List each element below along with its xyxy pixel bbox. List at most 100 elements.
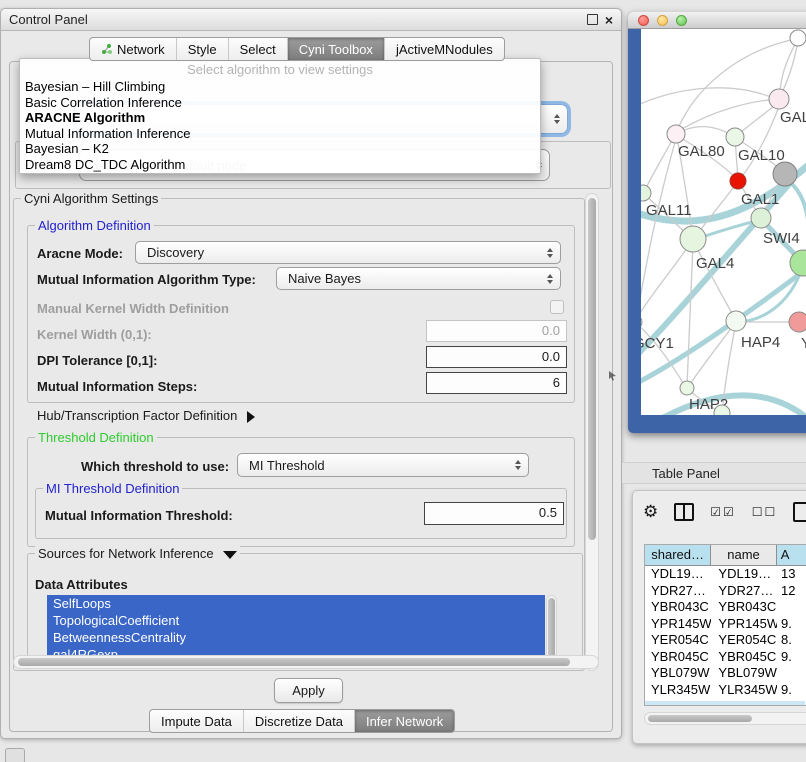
kernel-width-label: Kernel Width (0,1):	[37, 327, 152, 342]
float-window-icon[interactable]	[587, 14, 598, 25]
mi-type-label: Mutual Information Algorithm Type:	[37, 272, 256, 287]
column-header-shared[interactable]: shared…	[645, 545, 711, 565]
table-row[interactable]: YPR145WYPR145W9.	[645, 616, 806, 633]
column-header-third[interactable]: A	[777, 545, 806, 565]
node-label: HAP4	[741, 334, 780, 351]
aracne-mode-combobox[interactable]: Discovery	[135, 241, 561, 264]
list-item[interactable]: SelfLoops	[47, 595, 545, 612]
which-threshold-combobox[interactable]: MI Threshold	[237, 453, 529, 477]
table-horizontal-scrollbar[interactable]	[644, 712, 806, 725]
tab-select[interactable]: Select	[228, 38, 287, 60]
node-label: GAL11	[646, 202, 692, 219]
show-columns-icon[interactable]: ☑☑	[710, 505, 736, 519]
apply-button[interactable]: Apply	[274, 678, 343, 703]
tab-impute-data[interactable]: Impute Data	[150, 710, 243, 732]
mi-type-value: Naive Bayes	[288, 271, 361, 286]
mi-threshold-group-title: MI Threshold Definition	[43, 481, 182, 496]
network-canvas[interactable]: GALGAL80GAL10GAL1GAL11SWI4GAL4GCY1HAP4YH…	[641, 29, 806, 415]
sources-expander[interactable]: Sources for Network Inference	[35, 546, 240, 561]
dropdown-item[interactable]: Bayesian – K2	[20, 141, 540, 157]
close-icon[interactable]: ×	[605, 15, 613, 25]
table-panel-bar: Table Panel	[622, 462, 806, 484]
tab-cyni-toolbox[interactable]: Cyni Toolbox	[287, 38, 384, 60]
control-panel-titlebar[interactable]: Control Panel ×	[1, 9, 621, 31]
tab-jactivemnodules[interactable]: jActiveMNodules	[384, 38, 504, 60]
zoom-traffic-light[interactable]	[676, 15, 687, 26]
combo-arrows-icon	[547, 248, 553, 258]
minimize-traffic-light[interactable]	[657, 15, 668, 26]
table-toolbar: ⚙ ☑☑ ☐☐	[643, 499, 806, 525]
network-node[interactable]	[790, 30, 806, 46]
hub-definition-expander[interactable]: Hub/Transcription Factor Definition	[37, 408, 255, 423]
dropdown-placeholder: Select algorithm to view settings	[20, 62, 540, 79]
network-node[interactable]	[680, 226, 706, 252]
table-row[interactable]: YER054CYER054C8.	[645, 632, 806, 649]
scrollbar-thumb[interactable]	[18, 658, 570, 666]
list-item[interactable]: BetweennessCentrality	[47, 629, 545, 646]
network-node[interactable]	[726, 311, 746, 331]
scrollbar-thumb[interactable]	[648, 715, 752, 722]
combo-arrows-icon	[547, 274, 553, 284]
mouse-cursor	[608, 370, 618, 382]
network-node[interactable]	[667, 125, 685, 143]
table-row[interactable]: YDL19…YDL19…13	[645, 566, 806, 583]
network-node[interactable]	[773, 162, 797, 186]
network-window-titlebar[interactable]	[628, 12, 806, 29]
dropdown-item[interactable]: Basic Correlation Inference	[20, 95, 540, 111]
network-edge	[641, 88, 778, 107]
network-node[interactable]	[730, 173, 746, 189]
column-header-name[interactable]: name	[711, 545, 776, 565]
mi-steps-field[interactable]: 6	[426, 372, 567, 394]
algorithm-dropdown-popup: Select algorithm to view settings Bayesi…	[19, 58, 541, 174]
combo-arrows-icon	[554, 114, 560, 124]
split-columns-icon[interactable]	[674, 503, 694, 521]
sources-title: Sources for Network Inference	[38, 546, 214, 561]
dropdown-item-aracne[interactable]: ARACNE Algorithm	[20, 110, 540, 126]
export-table-icon[interactable]	[793, 502, 806, 522]
network-view-window: GALGAL80GAL10GAL1GAL11SWI4GAL4GCY1HAP4YH…	[628, 12, 806, 433]
network-node[interactable]	[641, 315, 642, 329]
network-edge	[779, 39, 798, 97]
dropdown-item[interactable]: Dream8 DC_TDC Algorithm	[20, 157, 540, 173]
table-row[interactable]: YBR045CYBR045C9.	[645, 649, 806, 666]
mini-window-icon[interactable]	[5, 748, 25, 762]
network-node[interactable]	[680, 381, 694, 395]
table-row-selected-partial[interactable]	[645, 701, 805, 705]
settings-vertical-scrollbar[interactable]	[585, 193, 599, 671]
table-row[interactable]: YLR345WYLR345W9.	[645, 682, 806, 699]
gear-icon[interactable]: ⚙	[643, 502, 658, 522]
table-row[interactable]: YDR27…YDR27…12	[645, 583, 806, 600]
tab-network[interactable]: Network	[90, 38, 176, 60]
tab-style[interactable]: Style	[176, 38, 228, 60]
list-item[interactable]: TopologicalCoefficient	[47, 612, 545, 629]
close-traffic-light[interactable]	[638, 15, 649, 26]
node-label: GAL10	[738, 147, 785, 164]
manual-kernel-checkbox[interactable]	[550, 300, 564, 314]
network-node[interactable]	[789, 312, 806, 332]
dropdown-item[interactable]: Mutual Information Inference	[20, 126, 540, 142]
table-row[interactable]: YBR043CYBR043C	[645, 599, 806, 616]
scrollbar-thumb[interactable]	[588, 198, 596, 540]
mi-type-combobox[interactable]: Naive Bayes	[276, 267, 561, 290]
combo-arrows-icon	[515, 460, 521, 470]
network-edge	[687, 243, 693, 386]
which-threshold-value: MI Threshold	[249, 458, 325, 473]
tab-discretize-data[interactable]: Discretize Data	[243, 710, 354, 732]
mi-threshold-field[interactable]: 0.5	[424, 502, 564, 525]
node-label: GAL4	[696, 255, 734, 272]
settings-horizontal-scrollbar[interactable]	[13, 655, 599, 669]
threshold-definition-title: Threshold Definition	[35, 430, 157, 445]
control-panel-title: Control Panel	[9, 12, 88, 27]
network-node[interactable]	[726, 128, 744, 146]
scrollbar-thumb[interactable]	[548, 598, 555, 658]
node-label: GAL80	[678, 143, 725, 160]
network-node[interactable]	[751, 208, 771, 228]
tab-infer-network[interactable]: Infer Network	[354, 710, 454, 732]
dropdown-item[interactable]: Bayesian – Hill Climbing	[20, 79, 540, 95]
table-panel-window: ⚙ ☑☑ ☐☐ shared… name A YDL19…YDL19…13 YD…	[632, 490, 806, 744]
dpi-tolerance-field[interactable]: 0.0	[426, 346, 567, 368]
network-node[interactable]	[769, 89, 789, 109]
hide-columns-icon[interactable]: ☐☐	[752, 505, 778, 519]
table-row[interactable]: YBL079WYBL079W	[645, 665, 806, 682]
kernel-width-field[interactable]: 0.0	[426, 320, 567, 342]
